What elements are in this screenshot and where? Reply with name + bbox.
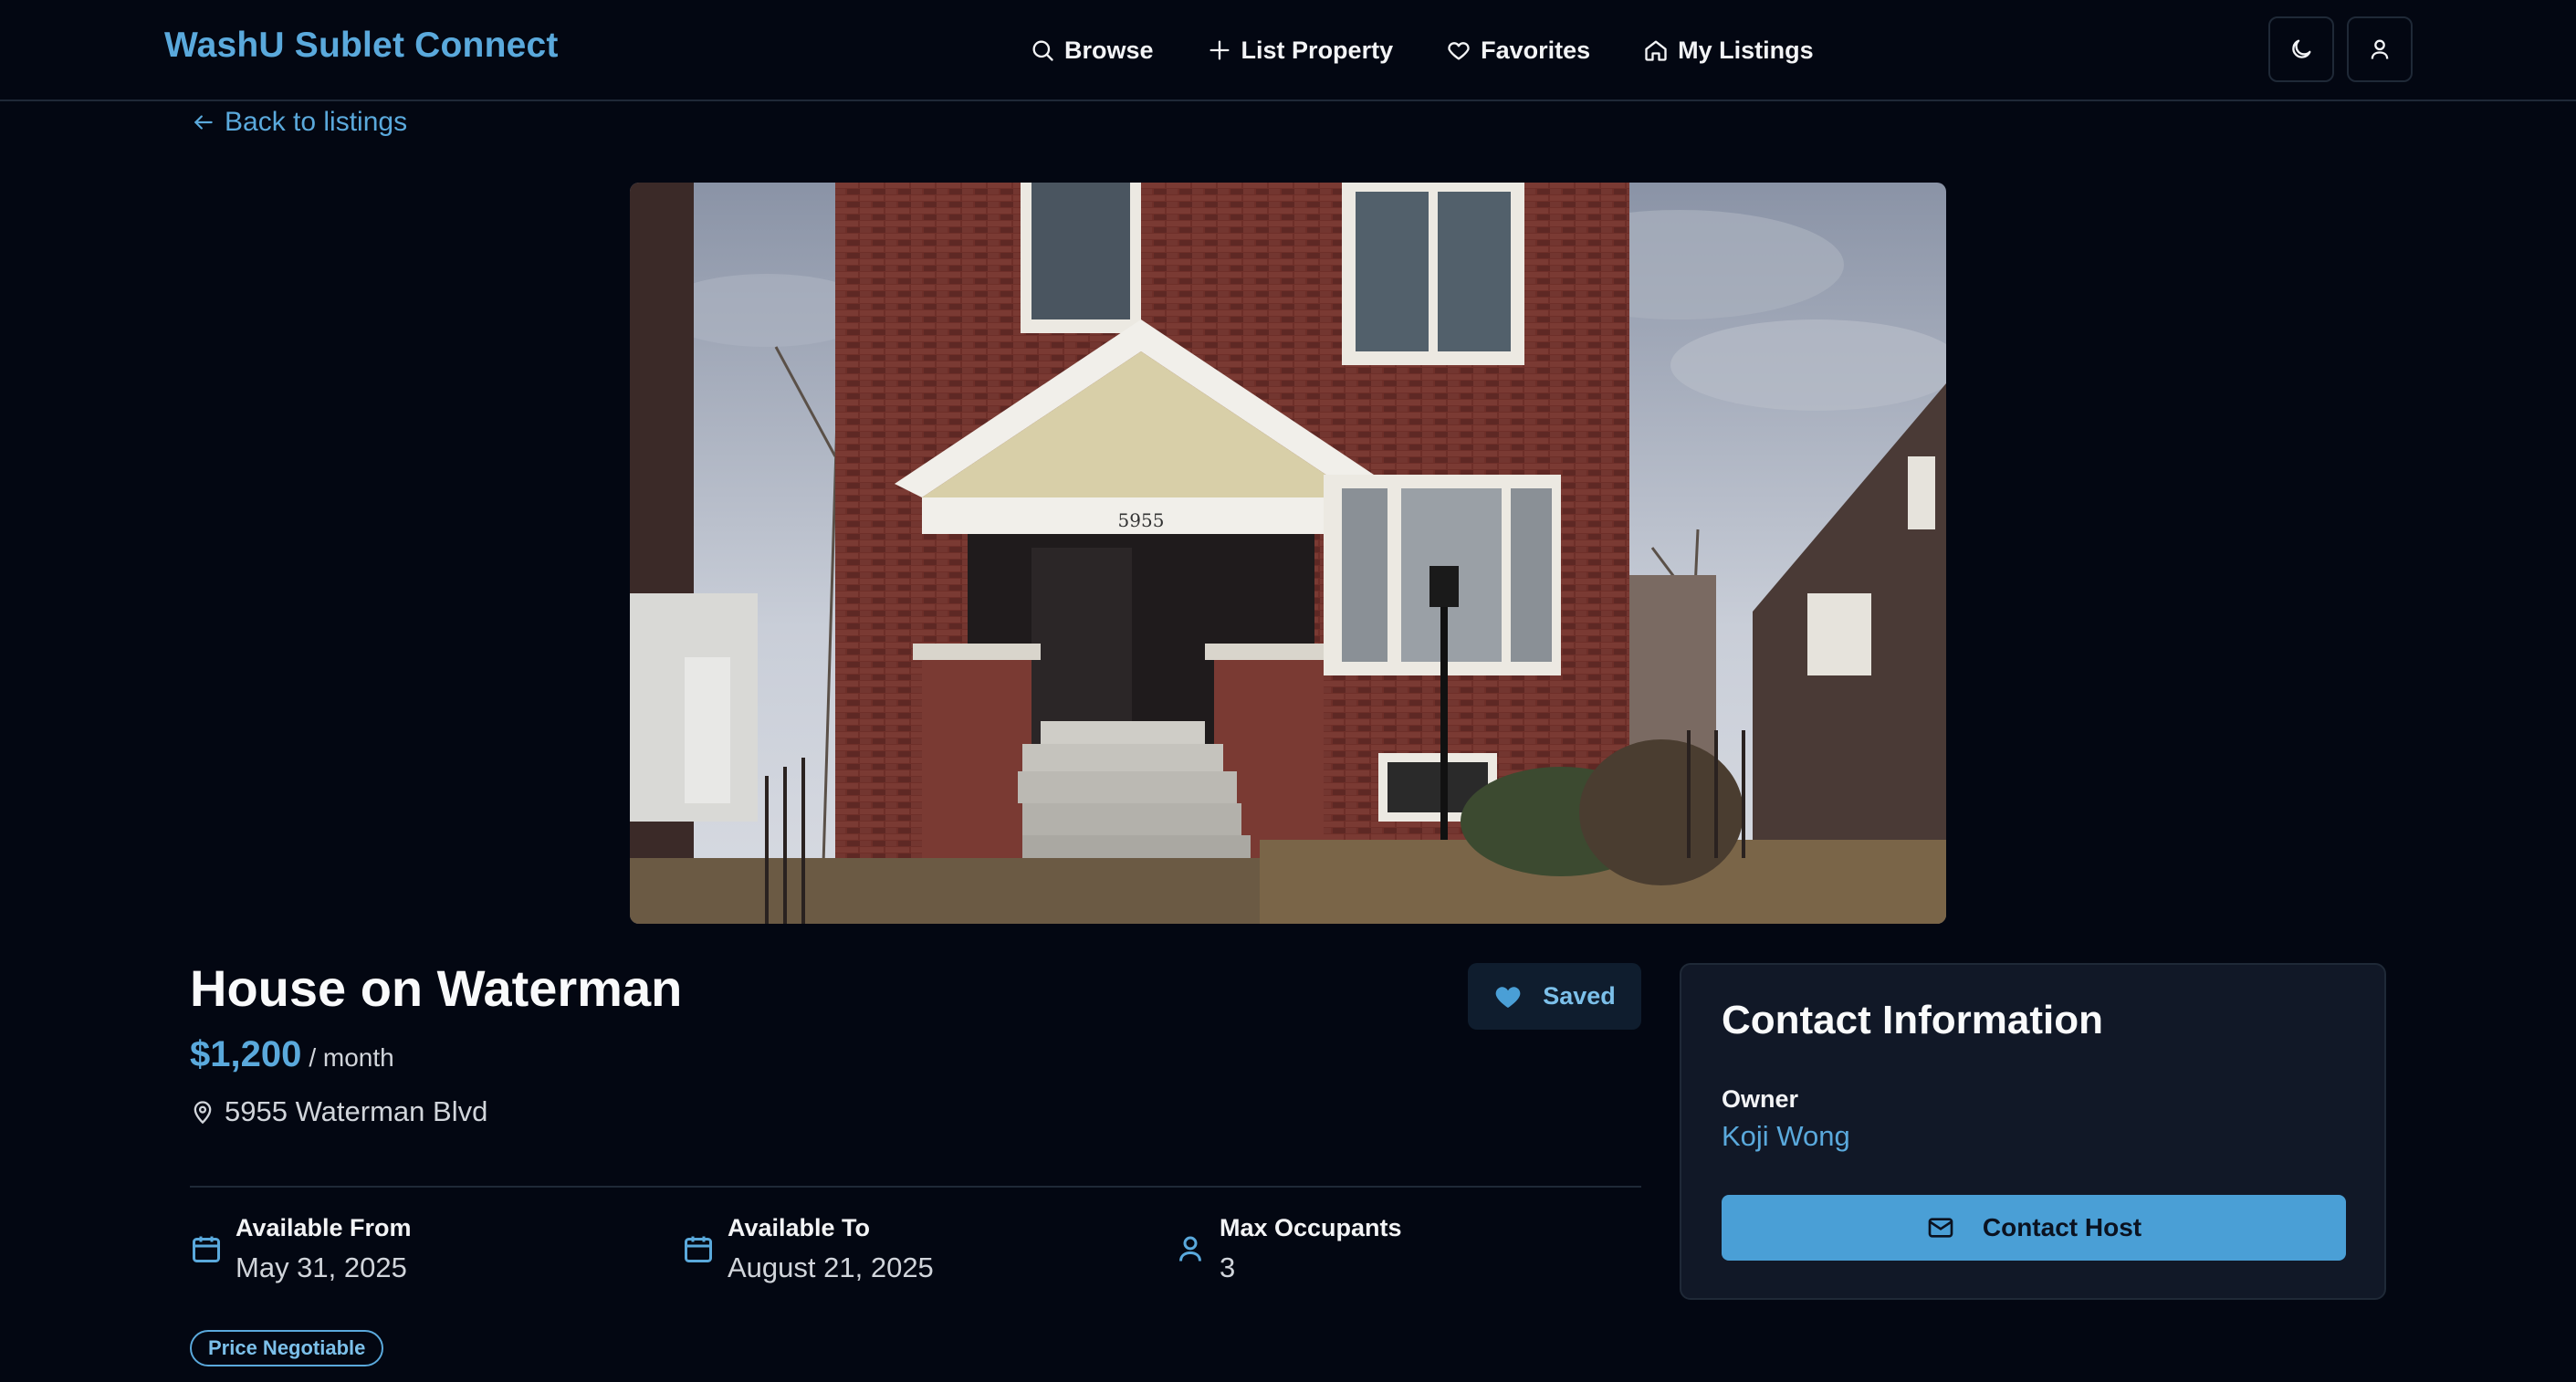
nav-favorites[interactable]: Favorites: [1446, 37, 1590, 65]
house-number-sign: 5955: [1118, 509, 1165, 531]
nav-list-property-label: List Property: [1241, 36, 1394, 64]
contact-title: Contact Information: [1722, 998, 2103, 1042]
section-divider: [190, 1186, 1641, 1188]
calendar-icon: [685, 1236, 712, 1262]
account-button[interactable]: [2347, 16, 2413, 82]
arrow-left-icon: [194, 115, 213, 130]
contact-card: Contact Information Owner Koji Wong Cont…: [1680, 963, 2386, 1300]
price-period: / month: [309, 1043, 394, 1072]
address-text: 5955 Waterman Blvd: [225, 1095, 488, 1127]
nav-list-property[interactable]: List Property: [1207, 36, 1394, 65]
mail-icon: [1928, 1218, 1953, 1238]
map-pin-icon: [194, 1101, 212, 1125]
owner-label: Owner: [1722, 1085, 1799, 1113]
detail-label: Max Occupants: [1220, 1214, 1402, 1241]
nav-my-listings-label: My Listings: [1678, 36, 1814, 64]
user-icon: [2371, 39, 2389, 59]
contact-host-label: Contact Host: [1982, 1213, 2142, 1241]
owner-name-link[interactable]: Koji Wong: [1722, 1120, 1850, 1153]
nav-my-listings[interactable]: My Listings: [1643, 37, 1814, 65]
top-navbar: WashU Sublet Connect Browse List Propert…: [0, 0, 2576, 101]
moon-icon: [2292, 39, 2311, 58]
user-icon: [1179, 1236, 1201, 1262]
detail-available-from: Available From May 31, 2025: [190, 1214, 412, 1284]
contact-host-button[interactable]: Contact Host: [1722, 1195, 2346, 1261]
back-link-label: Back to listings: [225, 107, 408, 137]
nav-browse-label: Browse: [1064, 36, 1154, 64]
saved-label: Saved: [1543, 982, 1616, 1010]
nav-browse[interactable]: Browse: [1030, 37, 1154, 65]
detail-label: Available To: [728, 1214, 871, 1241]
listing-title: House on Waterman: [190, 959, 683, 1017]
main-nav: Browse List Property Favorites My Listin…: [1030, 27, 1867, 73]
back-to-listings-link[interactable]: Back to listings: [192, 107, 407, 138]
listing-address: 5955 Waterman Blvd: [190, 1095, 487, 1128]
detail-value: 3: [1220, 1251, 1236, 1283]
house-photo-illustration: 5955: [630, 183, 1946, 924]
detail-max-occupants: Max Occupants 3: [1174, 1214, 1402, 1284]
heart-filled-icon: [1495, 986, 1521, 1008]
search-icon: [1032, 40, 1053, 61]
listing-photo: 5955: [630, 183, 1946, 924]
nav-favorites-label: Favorites: [1481, 36, 1591, 64]
detail-value: August 21, 2025: [728, 1251, 934, 1283]
listing-price: $1,200: [190, 1034, 302, 1074]
price-row: $1,200 / month: [190, 1034, 394, 1075]
detail-available-to: Available To August 21, 2025: [682, 1214, 934, 1284]
calendar-icon: [193, 1236, 220, 1262]
detail-label: Available From: [236, 1214, 412, 1241]
plus-icon: [1209, 40, 1230, 60]
price-negotiable-badge: Price Negotiable: [190, 1330, 384, 1366]
theme-toggle-button[interactable]: [2268, 16, 2334, 82]
heart-icon: [1448, 42, 1470, 60]
saved-button[interactable]: Saved: [1468, 963, 1641, 1030]
home-icon: [1645, 40, 1667, 61]
detail-value: May 31, 2025: [236, 1251, 407, 1283]
brand-logo[interactable]: WashU Sublet Connect: [164, 26, 559, 66]
